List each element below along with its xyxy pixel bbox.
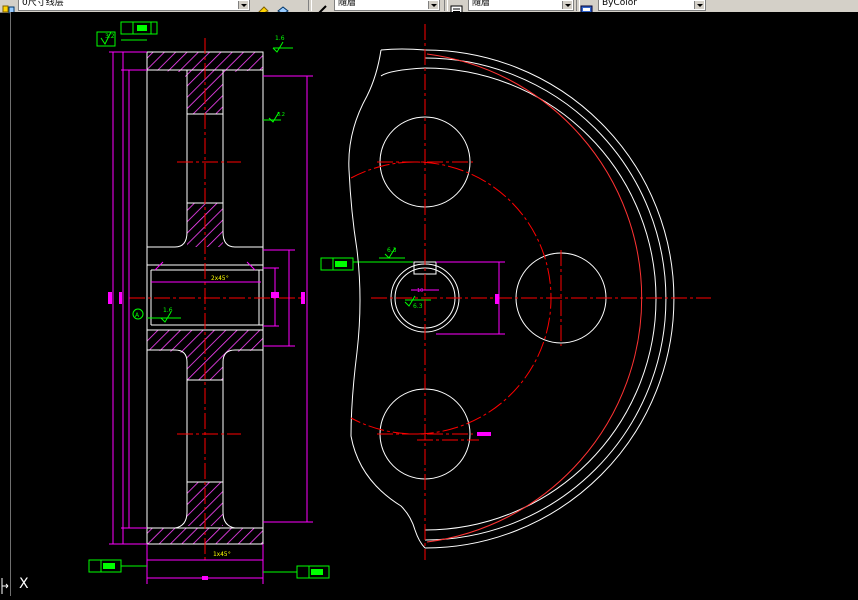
lineweight-combo[interactable]: 隨層 <box>468 0 574 11</box>
plot-style-icon[interactable] <box>580 0 594 15</box>
chevron-down-icon[interactable] <box>238 1 248 9</box>
make-current-layer-icon[interactable] <box>256 0 270 15</box>
linetype-combo[interactable]: 隨層 <box>334 0 440 11</box>
finish-label: 6.3 <box>387 247 397 254</box>
ucs-x-label: X <box>19 576 29 592</box>
cad-drawing[interactable]: 2x45° 1x45° A 3.2 1.6 3.2 1.6 6.3 6.3 10 <box>11 12 858 596</box>
chevron-down-icon[interactable] <box>428 1 438 9</box>
keyway-chamfer-label: 2x45° <box>211 275 229 282</box>
front-centerlines <box>350 24 711 560</box>
plot-style-combo-value: ByColor <box>602 0 637 8</box>
finish-label: 6.3 <box>413 303 423 310</box>
keyway-width-label: 10 <box>417 288 423 294</box>
datum-label: A <box>135 312 140 319</box>
annotation-fills <box>103 25 347 575</box>
plot-style-combo[interactable]: ByColor <box>598 0 706 11</box>
layer-state-icon[interactable] <box>2 0 16 14</box>
ucs-icon: X <box>0 574 30 596</box>
drawing-canvas[interactable]: 2x45° 1x45° A 3.2 1.6 3.2 1.6 6.3 6.3 10 <box>10 12 858 596</box>
lineweight-combo-value: 隨層 <box>472 0 491 8</box>
color-control-icon[interactable] <box>316 0 330 15</box>
chevron-down-icon[interactable] <box>562 1 572 9</box>
lineweight-icon[interactable] <box>450 0 464 15</box>
section-view[interactable]: 2x45° 1x45° A <box>108 38 313 584</box>
finish-label: 3.2 <box>105 33 115 40</box>
bottom-chamfer-label: 1x45° <box>213 551 231 558</box>
layer-combo-value: 0尺寸线层 <box>22 0 64 8</box>
finish-label: 3.2 <box>277 112 285 118</box>
front-dimension-marks <box>477 294 499 436</box>
toolbar-separator <box>444 0 448 11</box>
front-view[interactable]: 10 <box>348 24 711 560</box>
layer-previous-icon[interactable] <box>276 0 290 15</box>
chevron-down-icon[interactable] <box>694 1 704 9</box>
finish-label: 1.6 <box>275 35 285 42</box>
layer-combo[interactable]: 0尺寸线层 <box>18 0 250 11</box>
linetype-combo-value: 隨層 <box>338 0 357 8</box>
annotations <box>88 21 431 579</box>
datum-symbol: A <box>132 308 144 320</box>
toolbar-separator <box>308 0 312 11</box>
finish-label: 1.6 <box>163 307 173 314</box>
